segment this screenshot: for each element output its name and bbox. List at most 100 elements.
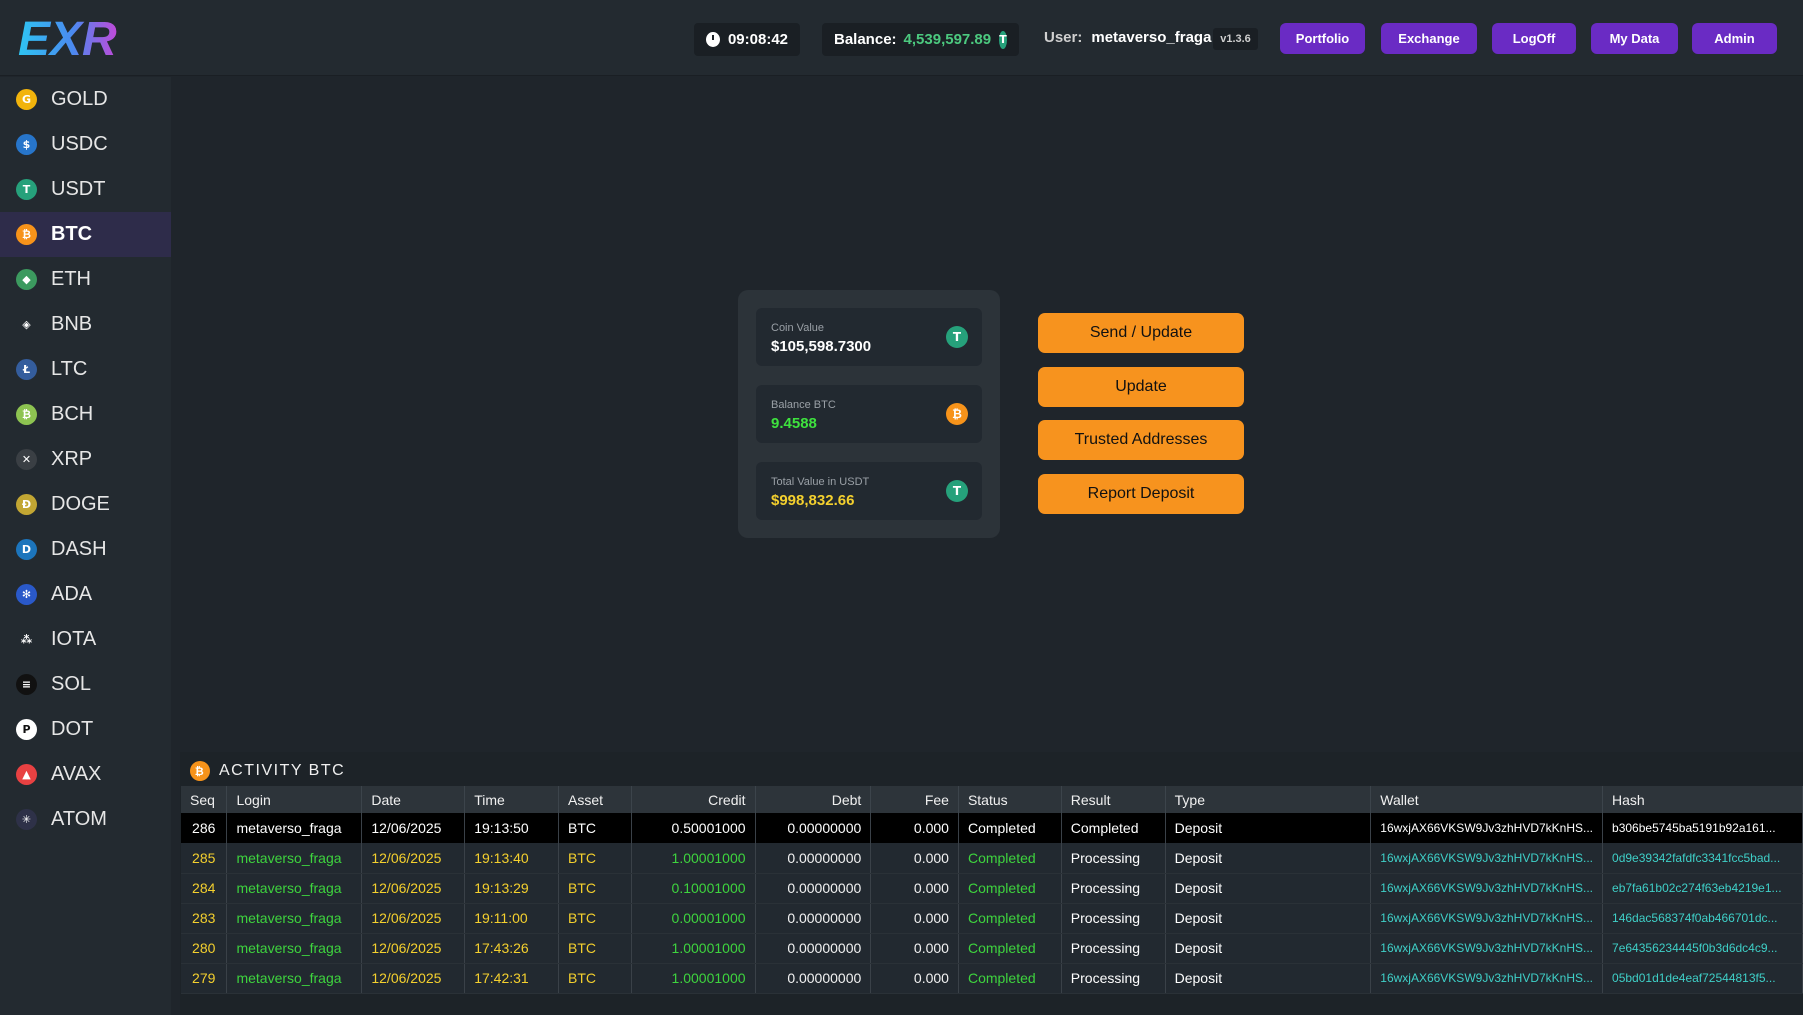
table-row[interactable]: 284 metaverso_fraga 12/06/2025 19:13:29 BTC 0… bbox=[181, 873, 1803, 904]
header-balance: Balance: 4,539,597.89 T bbox=[822, 23, 1019, 56]
column-header-result[interactable]: Result bbox=[1061, 786, 1166, 813]
column-header-date[interactable]: Date bbox=[361, 786, 466, 813]
balance-value: 4,539,597.89 bbox=[903, 31, 992, 48]
sidebar-item-iota[interactable]: ⁂ IOTA bbox=[0, 617, 171, 662]
cell-result: Processing bbox=[1061, 903, 1166, 934]
cell-type: Deposit bbox=[1165, 873, 1372, 904]
cell-wallet: 16wxjAX66VKSW9Jv3zhHVD7kKnHS... bbox=[1370, 813, 1604, 843]
sidebar-item-label: LTC bbox=[51, 358, 88, 380]
cell-status: Completed bbox=[958, 843, 1062, 874]
iota-icon: ⁂ bbox=[16, 629, 37, 650]
column-header-debt[interactable]: Debt bbox=[755, 786, 872, 813]
sidebar-item-ada[interactable]: ✻ ADA bbox=[0, 572, 171, 617]
gold-icon: G bbox=[16, 89, 37, 110]
sidebar-item-xrp[interactable]: ✕ XRP bbox=[0, 437, 171, 482]
sidebar-item-atom[interactable]: ✳ ATOM bbox=[0, 797, 171, 842]
ada-icon: ✻ bbox=[16, 584, 37, 605]
column-header-type[interactable]: Type bbox=[1165, 786, 1372, 813]
cell-asset: BTC bbox=[558, 903, 632, 934]
column-header-wallet[interactable]: Wallet bbox=[1370, 786, 1604, 813]
sidebar-item-btc[interactable]: ₿ BTC bbox=[0, 212, 171, 257]
cell-time: 19:13:40 bbox=[464, 843, 560, 874]
dash-icon: D bbox=[16, 539, 37, 560]
user-info: User: metaverso_fraga bbox=[1044, 29, 1211, 46]
sidebar-item-usdt[interactable]: T USDT bbox=[0, 167, 171, 212]
cell-hash: 7e64356234445f0b3d6dc4c9... bbox=[1602, 933, 1803, 964]
sidebar-item-sol[interactable]: ≡ SOL bbox=[0, 662, 171, 707]
cell-fee: 0.000 bbox=[870, 873, 959, 904]
activity-title-bar: ₿ ACTIVITY BTC bbox=[190, 758, 345, 784]
column-header-fee[interactable]: Fee bbox=[870, 786, 959, 813]
activity-title: ACTIVITY BTC bbox=[219, 762, 346, 779]
exchange-button[interactable]: Exchange bbox=[1381, 23, 1477, 54]
sidebar-item-label: DASH bbox=[51, 538, 107, 560]
usdt-icon: T bbox=[946, 326, 968, 348]
table-header-row: Seq Login Date Time Asset Credit Debt Fee Status… bbox=[181, 786, 1803, 813]
report-deposit-button[interactable]: Report Deposit bbox=[1038, 474, 1244, 514]
column-header-time[interactable]: Time bbox=[464, 786, 560, 813]
cell-login: metaverso_fraga bbox=[226, 963, 363, 994]
sidebar-item-label: BCH bbox=[51, 403, 94, 425]
usdt-icon: T bbox=[999, 30, 1007, 49]
exr-logo[interactable]: EXR bbox=[18, 12, 144, 66]
sidebar-item-doge[interactable]: Ð DOGE bbox=[0, 482, 171, 527]
table-row[interactable]: 285 metaverso_fraga 12/06/2025 19:13:40 BTC 1… bbox=[181, 843, 1803, 874]
table-row[interactable]: 283 metaverso_fraga 12/06/2025 19:11:00 BTC 0… bbox=[181, 903, 1803, 934]
cell-seq: 286 bbox=[181, 813, 228, 843]
cell-fee: 0.000 bbox=[870, 813, 959, 843]
cell-time: 19:13:29 bbox=[464, 873, 560, 904]
sidebar-item-ltc[interactable]: Ł LTC bbox=[0, 347, 171, 392]
portfolio-button[interactable]: Portfolio bbox=[1280, 23, 1365, 54]
total-value: $998,832.66 bbox=[771, 492, 855, 509]
table-row[interactable]: 280 metaverso_fraga 12/06/2025 17:43:26 BTC 1… bbox=[181, 933, 1803, 964]
column-header-login[interactable]: Login bbox=[226, 786, 363, 813]
sidebar-item-label: USDC bbox=[51, 133, 108, 155]
balance-btc-value: 9.4588 bbox=[771, 415, 817, 432]
update-button[interactable]: Update bbox=[1038, 367, 1244, 407]
sidebar-item-eth[interactable]: ◆ ETH bbox=[0, 257, 171, 302]
cell-debt: 0.00000000 bbox=[755, 813, 872, 843]
sidebar-item-dot[interactable]: P DOT bbox=[0, 707, 171, 752]
sidebar-item-bch[interactable]: ₿ BCH bbox=[0, 392, 171, 437]
cell-login: metaverso_fraga bbox=[226, 873, 363, 904]
asset-summary-card: Coin Value $105,598.7300 T Balance BTC 9… bbox=[738, 290, 1000, 538]
doge-icon: Ð bbox=[16, 494, 37, 515]
admin-button[interactable]: Admin bbox=[1692, 23, 1777, 54]
sidebar-item-label: USDT bbox=[51, 178, 106, 200]
my-data-button[interactable]: My Data bbox=[1591, 23, 1678, 54]
sidebar-item-avax[interactable]: ▲ AVAX bbox=[0, 752, 171, 797]
cell-wallet: 16wxjAX66VKSW9Jv3zhHVD7kKnHS... bbox=[1370, 903, 1604, 934]
cell-debt: 0.00000000 bbox=[755, 903, 872, 934]
sidebar-item-label: DOGE bbox=[51, 493, 110, 515]
btc-icon: ₿ bbox=[946, 403, 968, 425]
table-row[interactable]: 279 metaverso_fraga 12/06/2025 17:42:31 BTC 1… bbox=[181, 963, 1803, 994]
total-value-label: Total Value in USDT bbox=[771, 476, 870, 488]
cell-login: metaverso_fraga bbox=[226, 933, 363, 964]
logoff-button[interactable]: LogOff bbox=[1492, 23, 1576, 54]
cell-status: Completed bbox=[958, 903, 1062, 934]
cell-hash: 146dac568374f0ab466701dc... bbox=[1602, 903, 1803, 934]
activity-panel: ₿ ACTIVITY BTC Seq Login Date Time Asset Cred… bbox=[180, 752, 1803, 1015]
cell-credit: 1.00001000 bbox=[631, 933, 756, 964]
trusted-addresses-button[interactable]: Trusted Addresses bbox=[1038, 420, 1244, 460]
cell-asset: BTC bbox=[558, 963, 632, 994]
column-header-asset[interactable]: Asset bbox=[558, 786, 632, 813]
sidebar-item-gold[interactable]: G GOLD bbox=[0, 77, 171, 122]
balance-label: Balance: bbox=[834, 31, 897, 48]
cell-time: 17:42:31 bbox=[464, 963, 560, 994]
cell-type: Deposit bbox=[1165, 903, 1372, 934]
sidebar-item-label: BTC bbox=[51, 223, 93, 245]
column-header-seq[interactable]: Seq bbox=[181, 786, 228, 813]
balance-btc-label: Balance BTC bbox=[771, 399, 836, 411]
column-header-status[interactable]: Status bbox=[958, 786, 1062, 813]
cell-debt: 0.00000000 bbox=[755, 933, 872, 964]
cell-login: metaverso_fraga bbox=[226, 903, 363, 934]
sidebar-item-usdc[interactable]: $ USDC bbox=[0, 122, 171, 167]
cell-date: 12/06/2025 bbox=[361, 963, 466, 994]
sidebar-item-bnb[interactable]: ◈ BNB bbox=[0, 302, 171, 347]
table-row[interactable]: 286 metaverso_fraga 12/06/2025 19:13:50 BTC 0… bbox=[181, 813, 1803, 843]
column-header-credit[interactable]: Credit bbox=[631, 786, 756, 813]
sidebar-item-dash[interactable]: D DASH bbox=[0, 527, 171, 572]
column-header-hash[interactable]: Hash bbox=[1602, 786, 1803, 813]
send-update-button[interactable]: Send / Update bbox=[1038, 313, 1244, 353]
